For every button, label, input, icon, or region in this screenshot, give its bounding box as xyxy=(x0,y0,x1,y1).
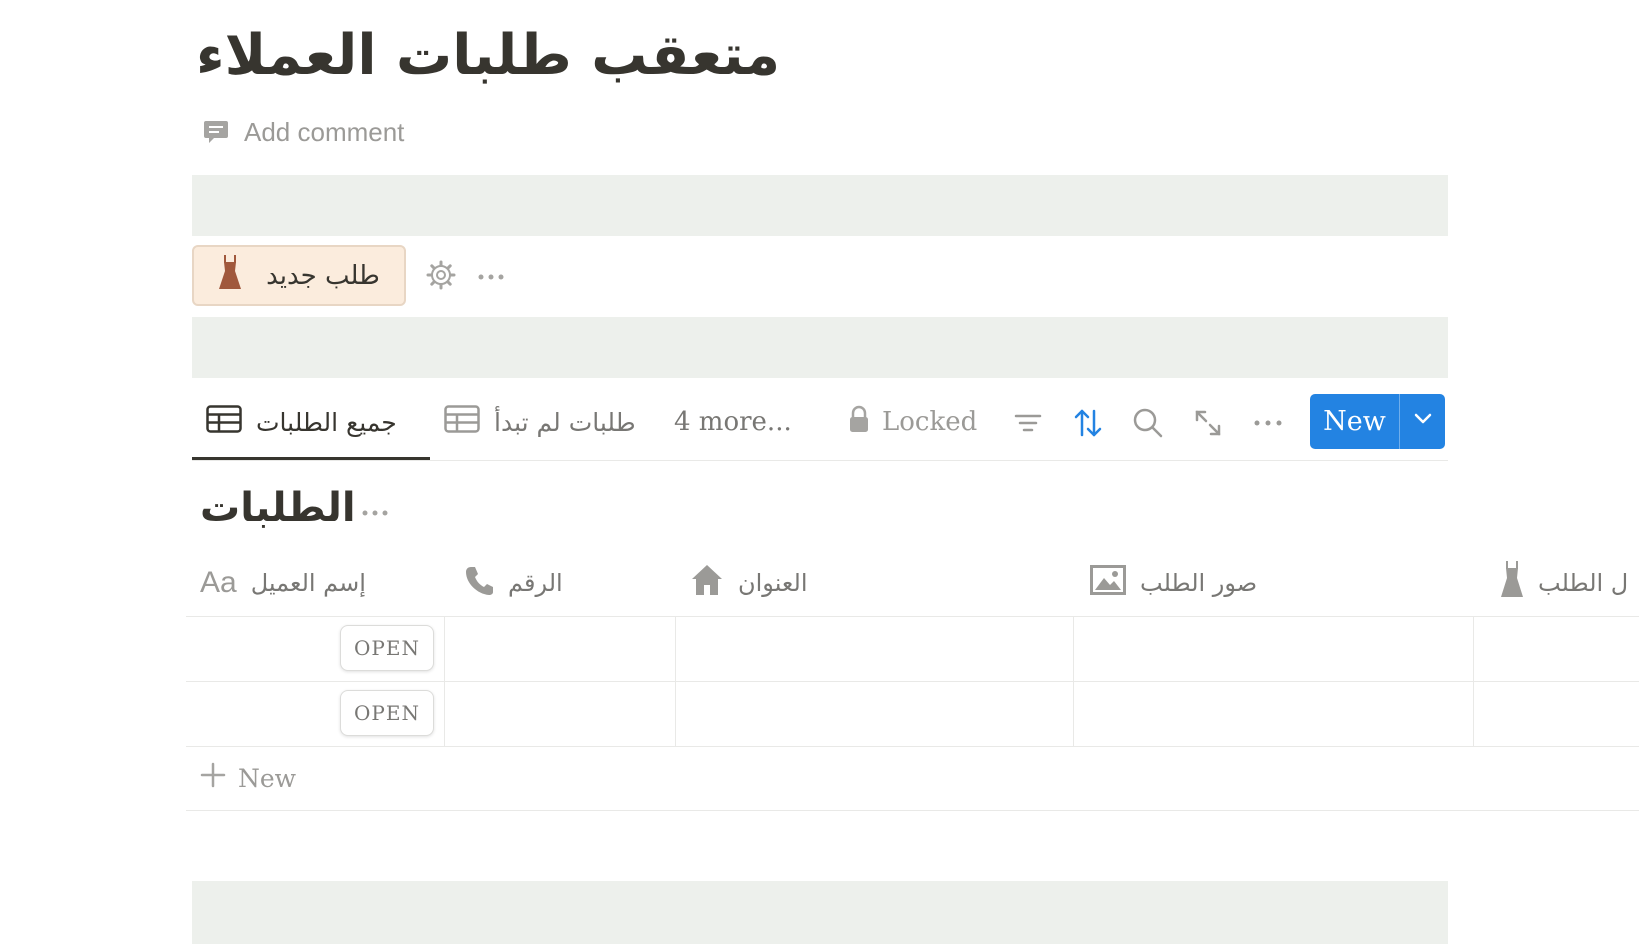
new-button-label[interactable]: New xyxy=(1310,394,1400,449)
locked-label: Locked xyxy=(882,407,978,437)
new-order-button[interactable]: طلب جديد xyxy=(192,245,406,306)
table-divider xyxy=(186,810,1639,811)
home-icon xyxy=(690,563,724,603)
table-row[interactable]: OPEN xyxy=(186,682,1639,746)
column-label: الرقم xyxy=(508,569,563,597)
column-header-order-details[interactable]: ل الطلب xyxy=(1500,552,1628,614)
comment-icon xyxy=(202,118,230,146)
more-icon[interactable] xyxy=(360,503,390,528)
database-title[interactable]: الطلبات xyxy=(200,480,356,536)
new-order-label: طلب جديد xyxy=(266,260,380,291)
column-label: صور الطلب xyxy=(1140,569,1258,597)
dress-icon xyxy=(1500,561,1524,605)
column-label: العنوان xyxy=(738,569,808,597)
column-header-address[interactable]: العنوان xyxy=(690,552,808,614)
page-title: متعقب طلبات العملاء xyxy=(196,23,781,88)
lock-icon xyxy=(848,405,870,440)
spacer-band xyxy=(192,317,1448,378)
open-button[interactable]: OPEN xyxy=(340,625,434,671)
new-options-button[interactable] xyxy=(1400,394,1445,449)
more-icon[interactable] xyxy=(1250,405,1286,446)
search-icon[interactable] xyxy=(1130,405,1166,446)
image-icon xyxy=(1090,565,1126,601)
spacer-band xyxy=(192,175,1448,236)
gear-icon[interactable] xyxy=(426,260,456,295)
spacer-band xyxy=(192,881,1448,944)
tab-label: طلبات لم تبدأ xyxy=(494,407,636,437)
add-row-label: New xyxy=(238,763,297,793)
tab-all-orders[interactable]: جميع الطلبات xyxy=(206,398,397,446)
locked-indicator[interactable]: Locked xyxy=(848,398,977,446)
chevron-down-icon xyxy=(1413,412,1433,431)
more-views-button[interactable]: 4 more... xyxy=(674,398,792,446)
tab-not-started[interactable]: طلبات لم تبدأ xyxy=(444,398,636,446)
table-header: Aa إسم العميل الرقم العنوان صور الطلب ل … xyxy=(186,552,1639,614)
column-header-customer-name[interactable]: Aa إسم العميل xyxy=(200,552,366,614)
table-divider xyxy=(186,746,1639,747)
new-button[interactable]: New xyxy=(1310,394,1445,449)
column-label: ل الطلب xyxy=(1538,569,1629,597)
column-header-order-images[interactable]: صور الطلب xyxy=(1090,552,1257,614)
column-header-phone[interactable]: الرقم xyxy=(464,552,563,614)
text-type-icon: Aa xyxy=(200,566,237,599)
add-comment-button[interactable]: Add comment xyxy=(202,112,404,152)
expand-icon[interactable] xyxy=(1190,405,1226,446)
column-label: إسم العميل xyxy=(250,569,366,597)
plus-icon xyxy=(200,762,226,794)
dress-icon xyxy=(218,255,242,296)
tab-label: جميع الطلبات xyxy=(256,407,397,437)
table-icon xyxy=(206,405,242,439)
add-new-row-button[interactable]: New xyxy=(200,758,296,798)
table-icon xyxy=(444,405,480,439)
toolbar-divider xyxy=(192,460,1448,461)
more-icon[interactable] xyxy=(476,262,506,297)
add-comment-label: Add comment xyxy=(244,116,405,147)
table-row[interactable]: OPEN xyxy=(186,617,1639,681)
filter-icon[interactable] xyxy=(1010,405,1046,446)
phone-icon xyxy=(464,564,494,602)
open-button[interactable]: OPEN xyxy=(340,690,434,736)
sort-icon[interactable] xyxy=(1070,405,1106,446)
